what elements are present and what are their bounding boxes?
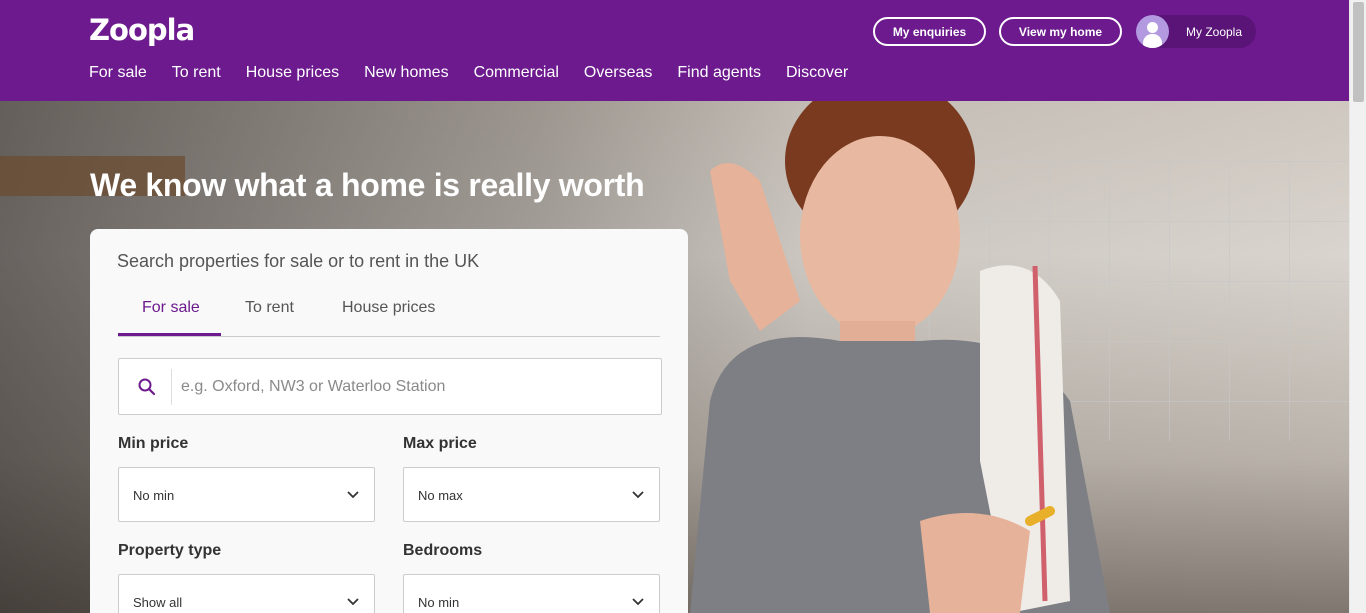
bedrooms-value: No min <box>418 595 460 610</box>
min-price-select[interactable]: No min <box>118 467 375 522</box>
main-nav: For sale To rent House prices New homes … <box>89 64 873 82</box>
search-card-title: Search properties for sale or to rent in… <box>117 251 480 271</box>
nav-commercial[interactable]: Commercial <box>474 64 559 82</box>
search-divider <box>171 369 172 405</box>
chevron-down-icon <box>632 598 644 606</box>
nav-find-agents[interactable]: Find agents <box>677 64 761 82</box>
bedrooms-label: Bedrooms <box>403 542 483 559</box>
avatar-icon <box>1136 15 1169 48</box>
hero-photo-person <box>690 101 1110 613</box>
max-price-select[interactable]: No max <box>403 467 660 522</box>
scrollbar-thumb[interactable] <box>1353 2 1364 102</box>
search-card: Search properties for sale or to rent in… <box>90 229 688 613</box>
my-enquiries-button[interactable]: My enquiries <box>873 17 986 46</box>
view-my-home-button[interactable]: View my home <box>999 17 1122 46</box>
tab-house-prices[interactable]: House prices <box>342 299 435 317</box>
chevron-down-icon <box>632 491 644 499</box>
min-price-label: Min price <box>118 435 189 452</box>
nav-overseas[interactable]: Overseas <box>584 64 652 82</box>
property-type-value: Show all <box>133 595 183 610</box>
max-price-value: No max <box>418 488 463 503</box>
property-type-select[interactable]: Show all <box>118 574 375 613</box>
page-scrollbar[interactable] <box>1349 0 1366 613</box>
min-price-value: No min <box>133 488 175 503</box>
site-header: Zoopla For sale To rent House prices New… <box>0 0 1349 101</box>
tab-to-rent[interactable]: To rent <box>245 299 294 317</box>
hero-title: We know what a home is really worth <box>90 167 645 203</box>
search-icon <box>138 378 156 396</box>
property-type-label: Property type <box>118 542 222 559</box>
search-tabs: For sale To rent House prices <box>118 289 660 337</box>
nav-house-prices[interactable]: House prices <box>246 64 339 82</box>
nav-to-rent[interactable]: To rent <box>172 64 221 82</box>
tab-for-sale[interactable]: For sale <box>142 299 200 317</box>
max-price-label: Max price <box>403 435 477 452</box>
location-search-box[interactable] <box>118 358 662 415</box>
chevron-down-icon <box>347 491 359 499</box>
nav-for-sale[interactable]: For sale <box>89 64 147 82</box>
my-zoopla-label: My Zoopla <box>1186 24 1243 39</box>
my-zoopla-button[interactable]: My Zoopla <box>1136 15 1256 48</box>
location-search-input[interactable] <box>181 371 641 403</box>
nav-discover[interactable]: Discover <box>786 64 848 82</box>
bedrooms-select[interactable]: No min <box>403 574 660 613</box>
chevron-down-icon <box>347 598 359 606</box>
zoopla-logo[interactable]: Zoopla <box>89 13 195 47</box>
active-tab-indicator <box>118 333 221 336</box>
nav-new-homes[interactable]: New homes <box>364 64 448 82</box>
